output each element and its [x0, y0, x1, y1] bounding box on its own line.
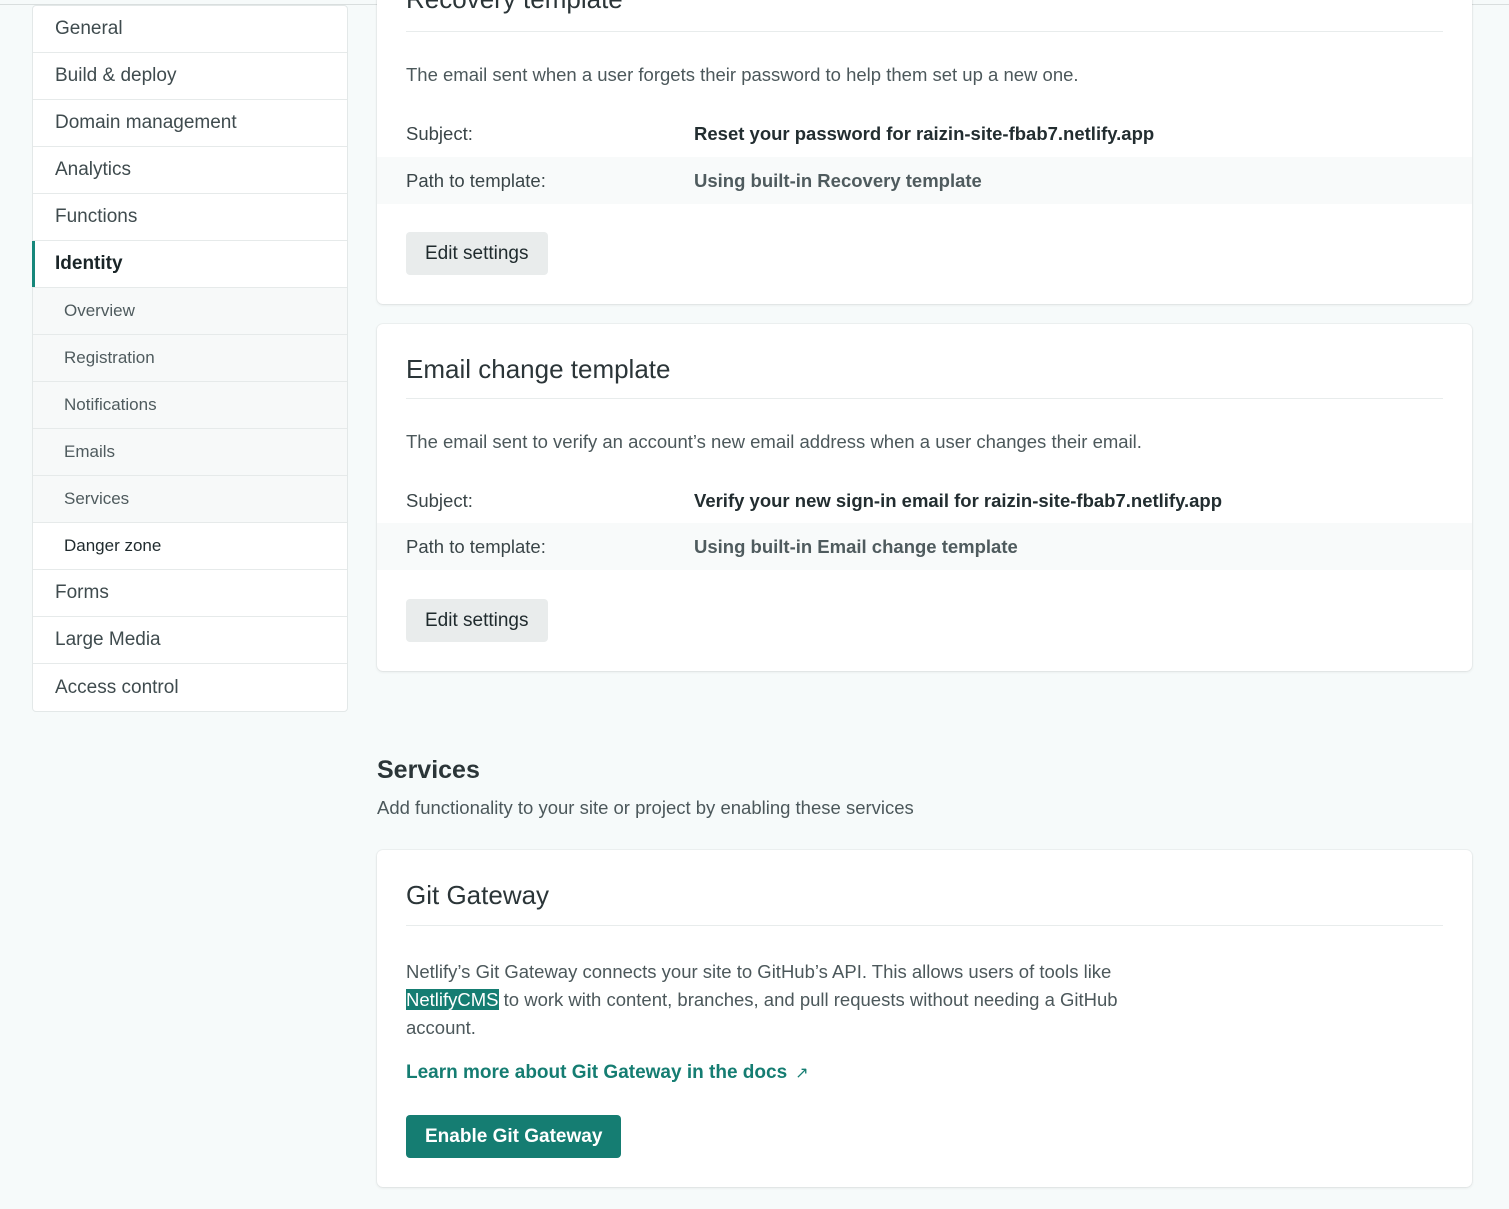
- services-heading: Services: [377, 756, 480, 784]
- card-title: Recovery template: [406, 0, 623, 15]
- subject-row: Subject: Verify your new sign-in email f…: [377, 477, 1472, 524]
- sidebar-subitem-label: Services: [64, 489, 130, 508]
- sidebar-subitem-services[interactable]: Services: [33, 476, 347, 523]
- external-arrow-icon: ↗: [795, 1065, 809, 1082]
- sidebar-item-label: Forms: [55, 582, 109, 603]
- sidebar-item-label: Domain management: [55, 112, 237, 133]
- sidebar-item-functions[interactable]: Functions: [33, 194, 347, 241]
- edit-settings-button[interactable]: Edit settings: [406, 232, 548, 275]
- sidebar-item-build-deploy[interactable]: Build & deploy: [33, 53, 347, 100]
- sidebar-item-large-media[interactable]: Large Media: [33, 617, 347, 664]
- card-divider: [406, 398, 1443, 399]
- sidebar-item-forms[interactable]: Forms: [33, 570, 347, 617]
- git-gateway-card: Git Gateway Netlify’s Git Gateway connec…: [377, 850, 1472, 1187]
- sidebar-subitem-label: Emails: [64, 442, 116, 461]
- sidebar-item-label: Identity: [55, 253, 123, 274]
- netlifycms-highlight: NetlifyCMS: [406, 989, 499, 1010]
- enable-git-gateway-button[interactable]: Enable Git Gateway: [406, 1115, 622, 1158]
- git-gateway-docs-link[interactable]: Learn more about Git Gateway in the docs…: [406, 1062, 809, 1084]
- path-value: Using built-in Recovery template: [694, 169, 982, 191]
- sidebar-item-label: Access control: [55, 676, 179, 698]
- sidebar-item-label: Functions: [55, 206, 138, 227]
- path-row: Path to template: Using built-in Email c…: [377, 523, 1472, 570]
- sidebar-subitem-notifications[interactable]: Notifications: [33, 382, 347, 429]
- card-divider: [406, 31, 1443, 32]
- card-description: The email sent to verify an account’s ne…: [406, 431, 1142, 452]
- sidebar-item-label: General: [55, 18, 123, 39]
- subject-label: Subject:: [406, 122, 473, 144]
- card-description: The email sent when a user forgets their…: [406, 64, 1079, 85]
- sidebar-item-general[interactable]: General: [33, 6, 347, 53]
- sidebar-item-identity[interactable]: Identity: [32, 241, 347, 288]
- description-text: Netlify’s Git Gateway connects your site…: [406, 961, 1112, 982]
- sidebar-subitem-label: Danger zone: [64, 536, 162, 555]
- edit-settings-button[interactable]: Edit settings: [406, 599, 548, 642]
- sidebar-subitem-danger-zone[interactable]: Danger zone: [33, 523, 347, 570]
- description-text: to work with content, branches, and pull…: [406, 989, 1118, 1038]
- sidebar-item-domain-management[interactable]: Domain management: [33, 100, 347, 147]
- git-gateway-description: Netlify’s Git Gateway connects your site…: [406, 958, 1166, 1042]
- docs-link-label: Learn more about Git Gateway in the docs: [406, 1062, 788, 1083]
- sidebar-item-label: Analytics: [55, 159, 132, 180]
- sidebar-subitem-label: Registration: [64, 348, 155, 367]
- path-label: Path to template:: [406, 535, 546, 557]
- subject-value: Verify your new sign-in email for raizin…: [694, 489, 1223, 511]
- services-subtitle: Add functionality to your site or projec…: [377, 797, 914, 818]
- sidebar-item-label: Large Media: [55, 629, 161, 650]
- sidebar-subitem-overview[interactable]: Overview: [33, 288, 347, 335]
- email-change-template-card: Email change template The email sent to …: [377, 324, 1472, 671]
- card-title: Git Gateway: [406, 880, 550, 910]
- subject-row: Subject: Reset your password for raizin-…: [377, 110, 1472, 157]
- sidebar-subitem-label: Overview: [64, 301, 135, 320]
- sidebar-item-analytics[interactable]: Analytics: [33, 147, 347, 194]
- sidebar-subitem-registration[interactable]: Registration: [33, 335, 347, 382]
- subject-value: Reset your password for raizin-site-fbab…: [694, 122, 1155, 144]
- path-row: Path to template: Using built-in Recover…: [377, 157, 1472, 204]
- settings-sidebar: General Build & deploy Domain management…: [32, 5, 348, 712]
- sidebar-item-access-control[interactable]: Access control: [33, 664, 347, 711]
- card-divider: [406, 925, 1443, 926]
- card-title: Email change template: [406, 354, 671, 384]
- path-value: Using built-in Email change template: [694, 535, 1018, 557]
- recovery-template-card: Recovery template The email sent when a …: [377, 0, 1472, 304]
- sidebar-item-label: Build & deploy: [55, 65, 177, 86]
- sidebar-subitem-label: Notifications: [64, 395, 157, 414]
- path-label: Path to template:: [406, 169, 546, 191]
- sidebar-subitem-emails[interactable]: Emails: [33, 429, 347, 476]
- subject-label: Subject:: [406, 489, 473, 511]
